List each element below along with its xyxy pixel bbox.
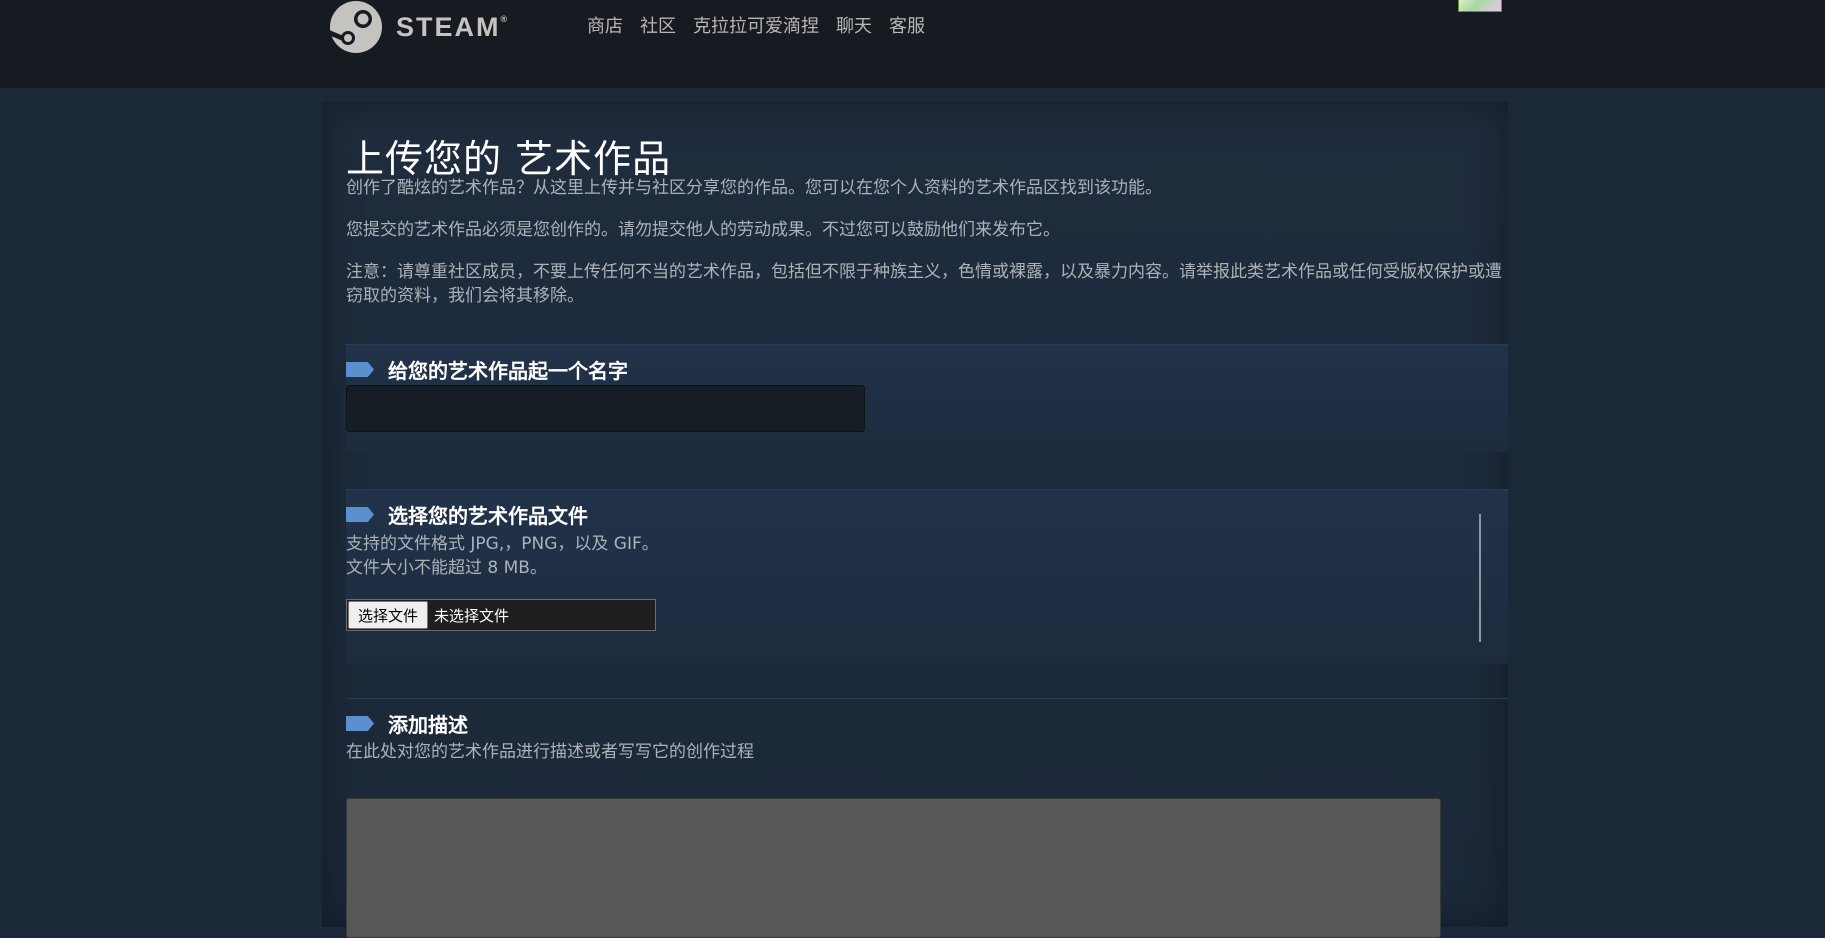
nav-item-store[interactable]: 商店: [587, 12, 623, 38]
page-title: 上传您的 艺术作品: [346, 137, 672, 181]
file-section-header: 选择您的艺术作品文件: [346, 500, 588, 529]
name-section: 给您的艺术作品起一个名字: [346, 344, 1508, 452]
main-nav: 商店 社区 克拉拉可爱滴捏 聊天 客服: [587, 12, 925, 38]
description-section-title: 添加描述: [388, 713, 468, 737]
scroll-divider: [1479, 514, 1481, 642]
file-section-title: 选择您的艺术作品文件: [388, 504, 588, 528]
file-picker[interactable]: 选择文件 未选择文件: [346, 599, 656, 631]
steam-logo-icon: [328, 1, 382, 53]
nav-item-support[interactable]: 客服: [889, 12, 925, 38]
section-arrow-icon: [346, 362, 374, 377]
nav-item-chat[interactable]: 聊天: [836, 12, 872, 38]
choose-file-button[interactable]: 选择文件: [348, 601, 429, 629]
file-status-text: 未选择文件: [434, 606, 510, 625]
avatar[interactable]: [1458, 0, 1502, 12]
file-size-text: 文件大小不能超过 8 MB。: [346, 558, 547, 578]
steam-logo[interactable]: STEAM®: [328, 0, 507, 54]
rule-text: 您提交的艺术作品必须是您创作的。请勿提交他人的劳动成果。不过您可以鼓励他们来发布…: [346, 220, 1060, 240]
description-textarea[interactable]: [346, 798, 1441, 938]
nav-item-community[interactable]: 社区: [640, 12, 676, 38]
file-section: 选择您的艺术作品文件 支持的文件格式 JPG,，PNG，以及 GIF。 文件大小…: [346, 489, 1508, 664]
steam-logo-text: STEAM®: [396, 11, 508, 42]
description-section-header: 添加描述: [346, 709, 468, 738]
name-section-header: 给您的艺术作品起一个名字: [346, 355, 628, 384]
name-section-title: 给您的艺术作品起一个名字: [388, 359, 628, 383]
notice-text: 注意：请尊重社区成员，不要上传任何不当的艺术作品，包括但不限于种族主义，色情或裸…: [346, 262, 1502, 306]
global-header: STEAM® 商店 社区 克拉拉可爱滴捏 聊天 客服: [0, 0, 1825, 88]
intro-text: 创作了酷炫的艺术作品？从这里上传并与社区分享您的作品。您可以在您个人资料的艺术作…: [346, 178, 1162, 198]
section-arrow-icon: [346, 507, 374, 522]
section-arrow-icon: [346, 716, 374, 731]
file-formats-text: 支持的文件格式 JPG,，PNG，以及 GIF。: [346, 534, 659, 554]
upload-panel: 上传您的 艺术作品 创作了酷炫的艺术作品？从这里上传并与社区分享您的作品。您可以…: [322, 102, 1508, 938]
nav-item-profile[interactable]: 克拉拉可爱滴捏: [693, 12, 819, 38]
artwork-name-input[interactable]: [346, 385, 865, 432]
description-hint-text: 在此处对您的艺术作品进行描述或者写写它的创作过程: [346, 742, 754, 762]
